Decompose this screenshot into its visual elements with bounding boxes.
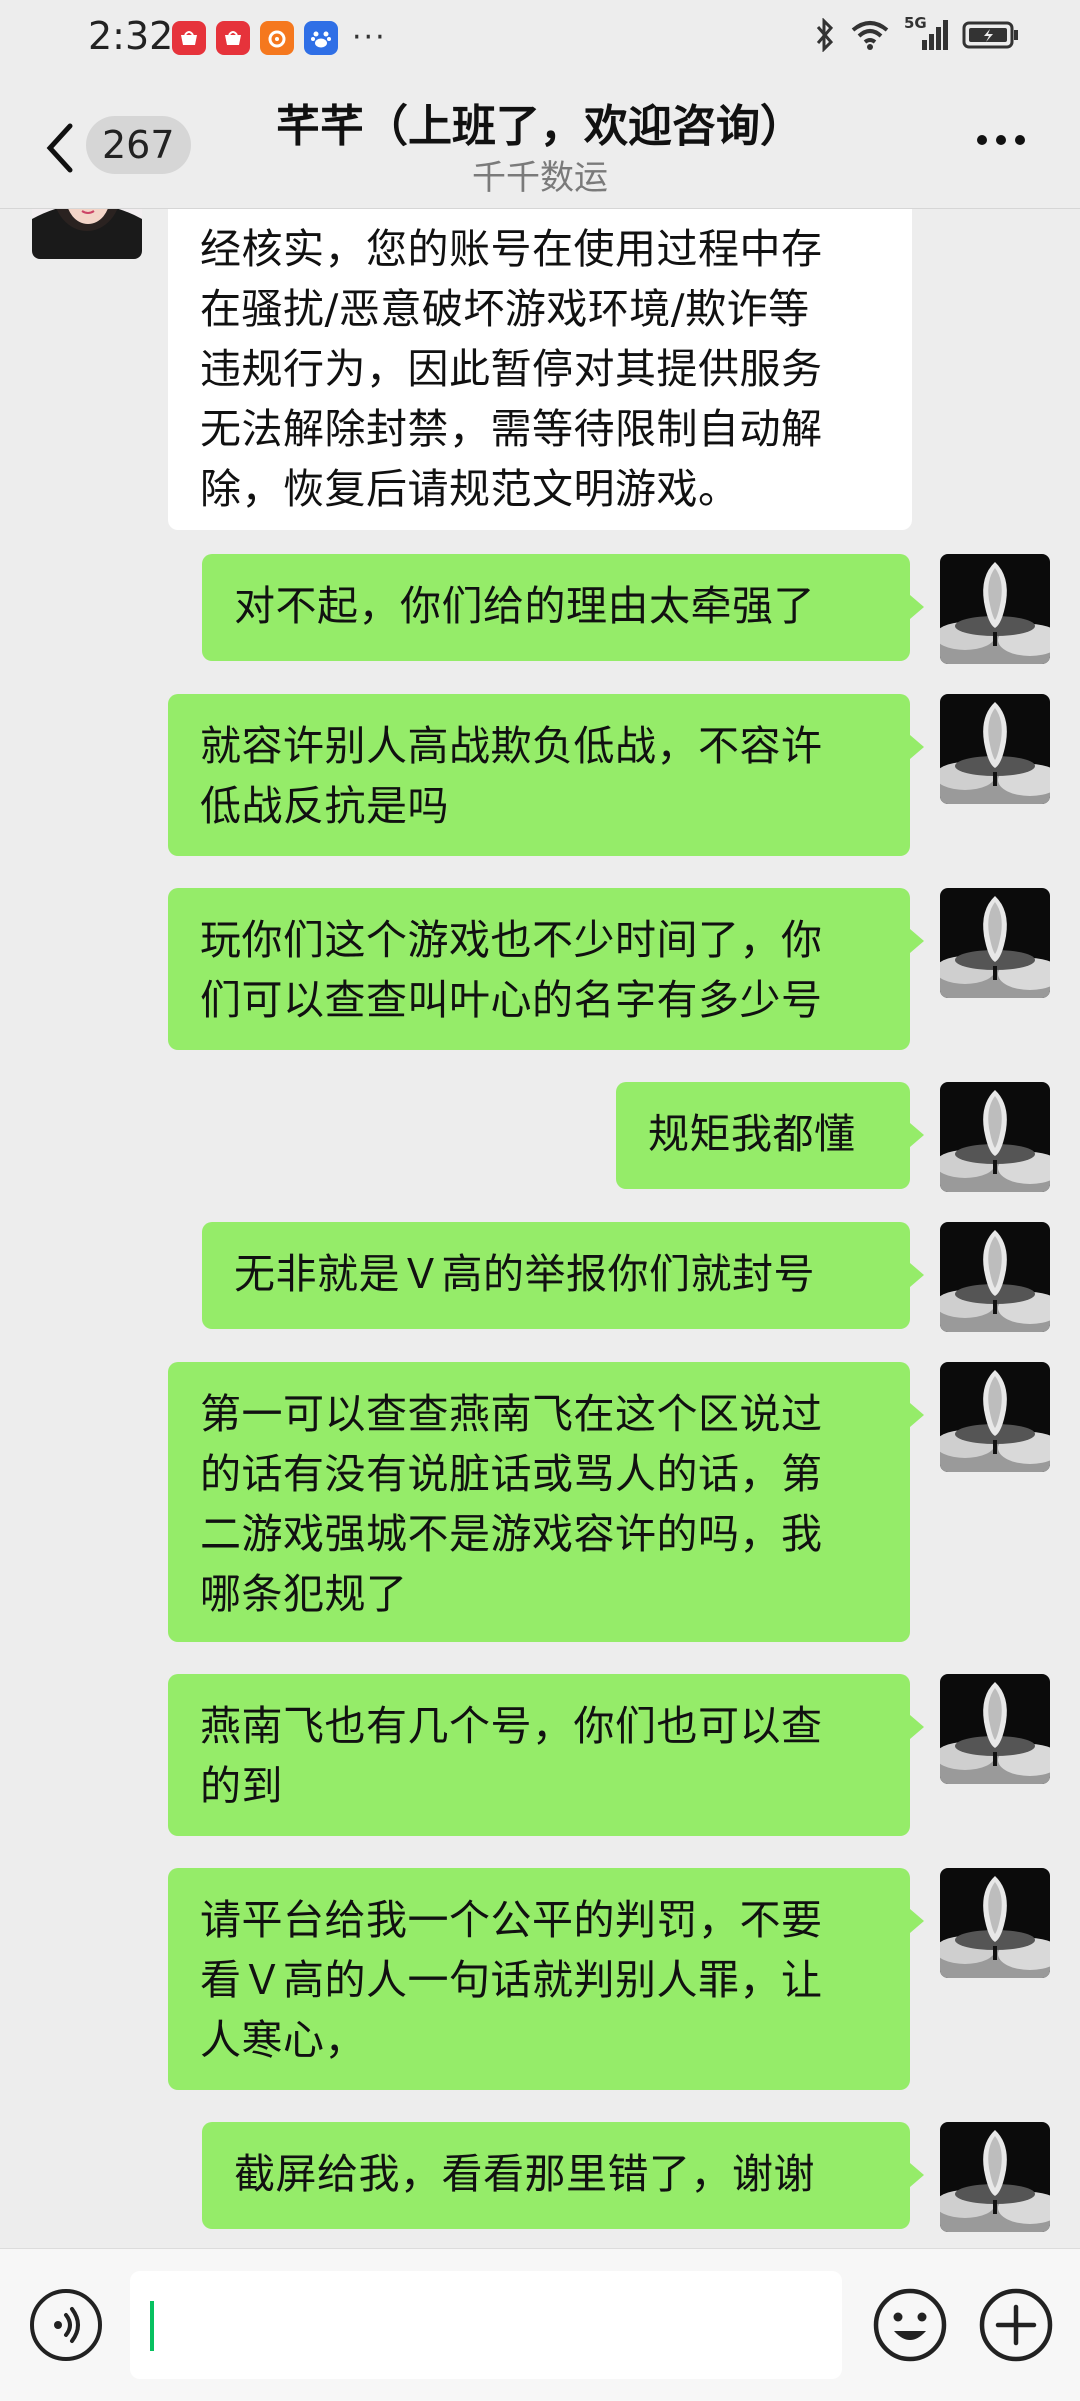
message-list[interactable]: 经核实，您的账号在使用过程中存 在骚扰/恶意破坏游戏环境/欺诈等 违规行为，因此… xyxy=(0,209,1080,2247)
message-text-line: 就容许别人高战欺负低战，不容许 xyxy=(200,722,823,770)
self-avatar[interactable] xyxy=(940,2122,1050,2232)
message-text-line: 对不起，你们给的理由太牵强了 xyxy=(234,582,815,630)
message-text-line: 燕南飞也有几个号，你们也可以查 xyxy=(200,1702,823,1750)
self-avatar-image xyxy=(940,1082,1050,1192)
self-avatar[interactable] xyxy=(940,694,1050,804)
message-bubble[interactable]: 规矩我都懂 xyxy=(616,1082,910,1189)
self-avatar-image xyxy=(940,694,1050,804)
self-avatar[interactable] xyxy=(940,888,1050,998)
message-text-line: 截屏给我，看看那里错了，谢谢 xyxy=(234,2150,815,2198)
emoji-icon[interactable] xyxy=(870,2285,950,2365)
more-notifications: ··· xyxy=(352,20,387,55)
message-text-line: 除，恢复后请规范文明游戏。 xyxy=(200,465,740,513)
chat-title: 芊芊（上班了，欢迎咨询） xyxy=(276,101,804,152)
message-text-line: 的话有没有说脏话或骂人的话，第 xyxy=(200,1450,823,1498)
self-avatar[interactable] xyxy=(940,554,1050,664)
message-text-line: 请平台给我一个公平的判罚，不要 xyxy=(200,1896,823,1944)
message-bubble[interactable]: 玩你们这个游戏也不少时间了，你 们可以查查叫叶心的名字有多少号 xyxy=(168,888,910,1050)
self-avatar[interactable] xyxy=(940,1674,1050,1784)
message-text-line: 规矩我都懂 xyxy=(648,1110,856,1158)
bubble-tail xyxy=(910,1123,924,1147)
message-bubble[interactable]: 请平台给我一个公平的判罚，不要 看Ｖ高的人一句话就判别人罪，让 人寒心， xyxy=(168,1868,910,2090)
bubble-tail xyxy=(910,735,924,759)
self-avatar-image xyxy=(940,554,1050,664)
message-input[interactable] xyxy=(130,2271,842,2379)
status-time: 2:32 xyxy=(88,14,174,58)
message-text-line: 人寒心， xyxy=(200,2016,366,2064)
message-text-line: 在骚扰/恶意破坏游戏环境/欺诈等 xyxy=(200,285,810,333)
chat-header: 267 芊芊（上班了，欢迎咨询） 千千数运 xyxy=(0,80,1080,209)
message-text-line: 哪条犯规了 xyxy=(200,1570,408,1618)
bubble-tail xyxy=(910,595,924,619)
bubble-tail xyxy=(910,1403,924,1427)
message-bubble[interactable]: 截屏给我，看看那里错了，谢谢 xyxy=(202,2122,910,2229)
self-avatar[interactable] xyxy=(940,1362,1050,1472)
notification-icons: ··· xyxy=(172,20,726,1261)
plus-circle-icon[interactable] xyxy=(976,2285,1056,2365)
message-text-line: 无非就是Ｖ高的举报你们就封号 xyxy=(234,1250,815,1298)
bubble-tail xyxy=(910,1263,924,1287)
text-caret xyxy=(150,2301,154,2351)
message-bubble[interactable]: 经核实，您的账号在使用过程中存 在骚扰/恶意破坏游戏环境/欺诈等 违规行为，因此… xyxy=(168,209,912,530)
huawei-store-icon xyxy=(216,20,250,55)
message-text-line: 违规行为，因此暂停对其提供服务 xyxy=(200,345,823,393)
bubble-tail xyxy=(910,929,924,953)
signal-icon: 5G xyxy=(904,14,948,52)
self-avatar-image xyxy=(940,1362,1050,1472)
battery-icon xyxy=(962,20,1020,50)
message-bubble[interactable]: 无非就是Ｖ高的举报你们就封号 xyxy=(202,1222,910,1329)
bubble-tail xyxy=(910,1909,924,1933)
self-avatar[interactable] xyxy=(940,1222,1050,1332)
self-avatar-image xyxy=(940,1674,1050,1784)
bluetooth-icon xyxy=(814,18,836,52)
message-bubble[interactable]: 第一可以查查燕南飞在这个区说过 的话有没有说脏话或骂人的话，第 二游戏强城不是游… xyxy=(168,1362,910,1642)
message-text-line: 二游戏强城不是游戏容许的吗，我 xyxy=(200,1510,823,1558)
bubble-tail xyxy=(910,2163,924,2187)
self-avatar-image xyxy=(940,888,1050,998)
self-avatar-image xyxy=(940,2122,1050,2232)
message-bubble[interactable]: 对不起，你们给的理由太牵强了 xyxy=(202,554,910,661)
message-text-line: 们可以查查叫叶心的名字有多少号 xyxy=(200,976,823,1024)
input-bar xyxy=(0,2248,1080,2401)
huawei-store-icon xyxy=(172,20,206,55)
voice-icon[interactable] xyxy=(30,2289,102,2361)
contact-avatar[interactable] xyxy=(32,209,142,259)
self-avatar[interactable] xyxy=(940,1082,1050,1192)
more-dots-icon[interactable] xyxy=(974,132,1028,148)
message-text-line: 低战反抗是吗 xyxy=(200,782,449,830)
self-avatar-image xyxy=(940,1222,1050,1332)
baidu-icon xyxy=(304,20,338,55)
message-text-line: 经核实，您的账号在使用过程中存 xyxy=(200,225,823,273)
message-text-line: 玩你们这个游戏也不少时间了，你 xyxy=(200,916,823,964)
message-text-line: 的到 xyxy=(200,1762,283,1810)
message-bubble[interactable]: 燕南飞也有几个号，你们也可以查 的到 xyxy=(168,1674,910,1836)
status-bar: 2:32 ··· 5G xyxy=(0,0,1080,1261)
chat-subtitle: 千千数运 xyxy=(472,158,608,198)
system-icons: 5G xyxy=(814,14,1020,52)
self-avatar-image xyxy=(940,1868,1050,1978)
wifi-icon xyxy=(850,19,890,51)
bubble-tail xyxy=(910,1715,924,1739)
app-orange-icon xyxy=(260,20,294,55)
message-text-line: 第一可以查查燕南飞在这个区说过 xyxy=(200,1390,823,1438)
message-text-line: 看Ｖ高的人一句话就判别人罪，让 xyxy=(200,1956,823,2004)
message-text-line: 无法解除封禁，需等待限制自动解 xyxy=(200,405,823,453)
message-bubble[interactable]: 就容许别人高战欺负低战，不容许 低战反抗是吗 xyxy=(168,694,910,856)
self-avatar[interactable] xyxy=(940,1868,1050,1978)
